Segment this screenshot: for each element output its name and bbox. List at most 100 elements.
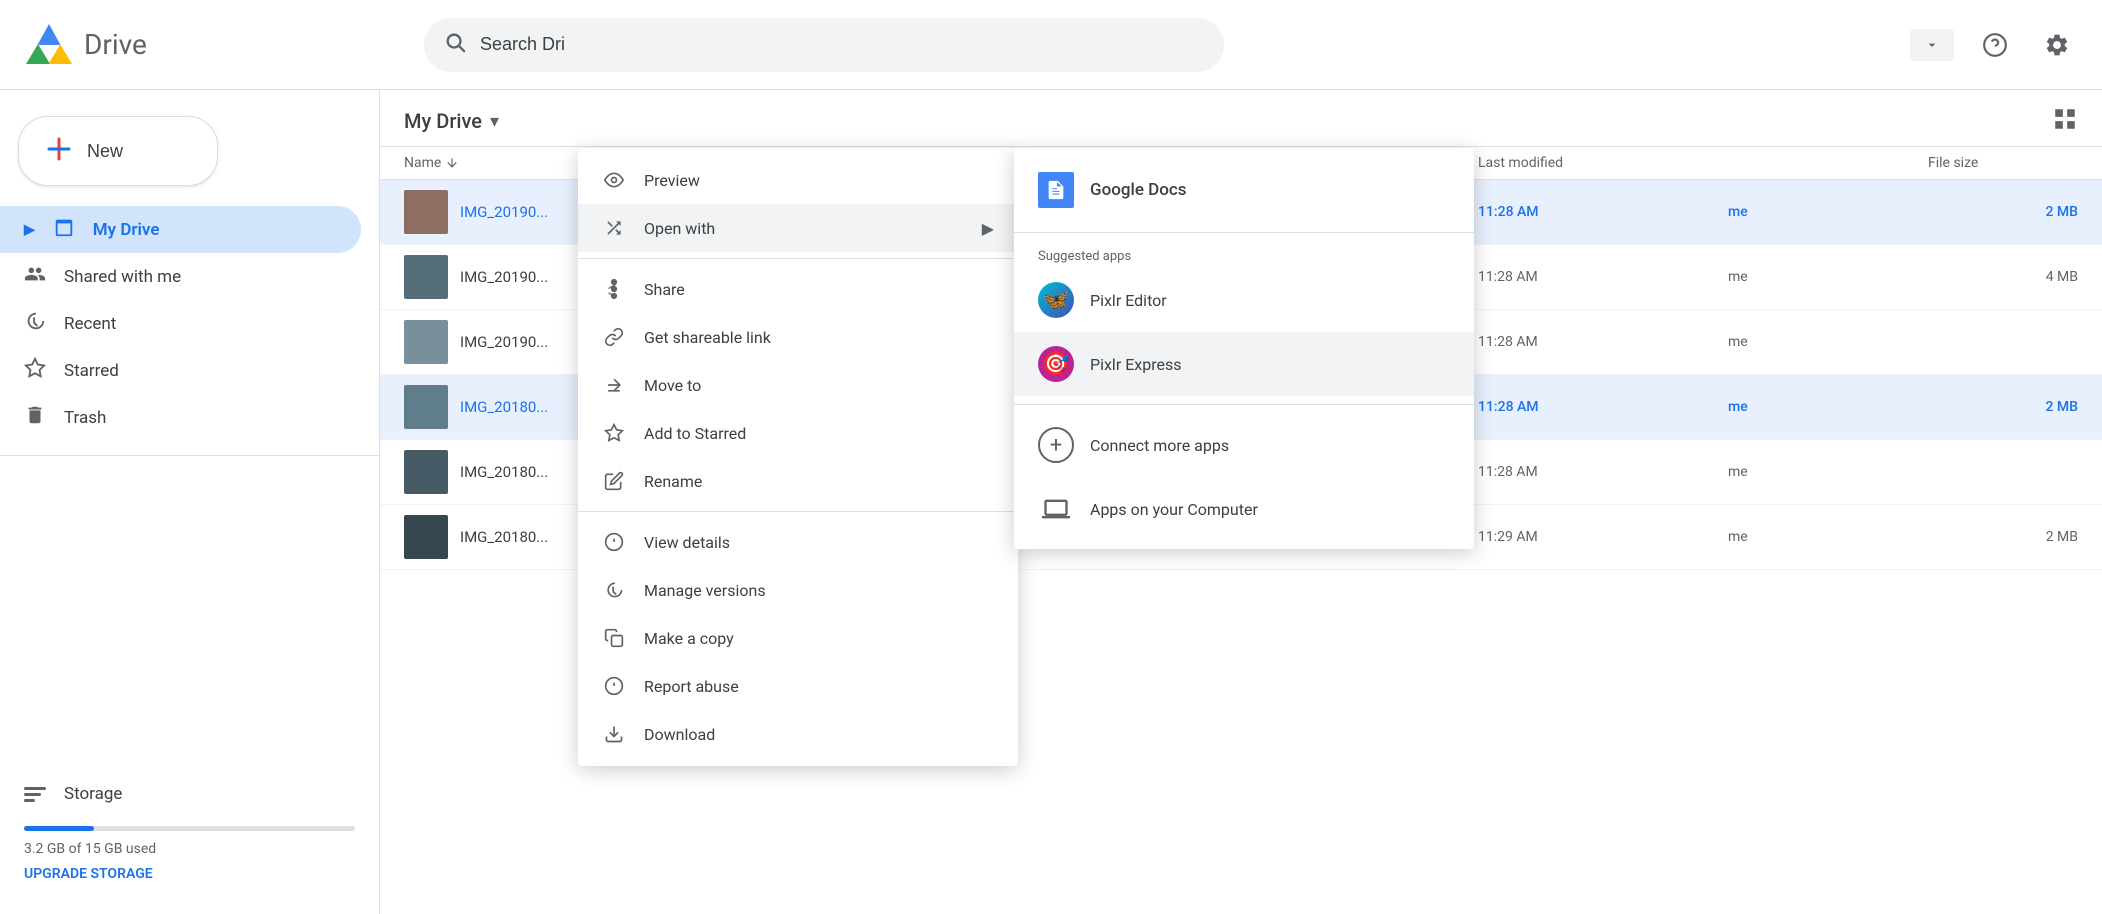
link-icon [602, 327, 626, 347]
connect-apps-label: Connect more apps [1090, 436, 1229, 455]
pixlr-editor-label: Pixlr Editor [1090, 291, 1167, 310]
file-name: IMG_20180... [460, 528, 548, 546]
file-owner: me [1728, 334, 1928, 350]
download-icon [602, 724, 626, 744]
breadcrumb-chevron-icon[interactable]: ▾ [490, 111, 499, 132]
file-name: IMG_20180... [460, 398, 548, 416]
breadcrumb-label: My Drive [404, 109, 482, 133]
submenu-item-connect-apps[interactable]: + Connect more apps [1014, 413, 1474, 477]
file-thumbnail [404, 515, 448, 559]
sidebar: New ▶ My Drive Shared with me Recent [0, 90, 380, 914]
main-layout: New ▶ My Drive Shared with me Recent [0, 90, 2102, 914]
column-header-owner [1728, 155, 1928, 171]
sidebar-divider [0, 455, 379, 456]
menu-item-make-copy[interactable]: Make a copy [578, 614, 1018, 662]
sidebar-item-my-drive[interactable]: ▶ My Drive [0, 206, 361, 253]
content-header: My Drive ▾ [380, 90, 2102, 147]
submenu-chevron-icon: ▶ [982, 219, 994, 238]
menu-item-view-details[interactable]: View details [578, 518, 1018, 566]
connect-apps-icon: + [1038, 427, 1074, 463]
menu-item-move-to[interactable]: Move to [578, 361, 1018, 409]
column-header-size: File size [1928, 155, 2078, 171]
new-button[interactable]: New [18, 116, 218, 186]
starred-icon [24, 357, 46, 384]
menu-divider-1 [578, 258, 1018, 259]
move-to-label: Move to [644, 376, 994, 395]
search-input[interactable] [480, 34, 1204, 55]
sidebar-item-recent[interactable]: Recent [0, 300, 361, 347]
drive-logo-icon [24, 20, 74, 70]
submenu-item-google-docs[interactable]: Google Docs [1014, 156, 1474, 224]
new-label: New [87, 141, 123, 162]
submenu-item-pixlr-express[interactable]: 🎯 Pixlr Express [1014, 332, 1474, 396]
file-owner: me [1728, 464, 1928, 480]
file-owner: me [1728, 399, 1928, 415]
file-size: 2 MB [1928, 529, 2078, 545]
submenu-item-computer-apps[interactable]: Apps on your Computer [1014, 477, 1474, 541]
menu-item-manage-versions[interactable]: Manage versions [578, 566, 1018, 614]
submenu-item-pixlr-editor[interactable]: 🦋 Pixlr Editor [1014, 268, 1474, 332]
search-icon [444, 31, 466, 59]
sidebar-item-starred[interactable]: Starred [0, 347, 361, 394]
menu-item-preview[interactable]: Preview [578, 156, 1018, 204]
context-menu: Preview Open with ▶ Share [578, 148, 1018, 766]
sidebar-item-storage[interactable]: Storage [24, 774, 337, 814]
share-label: Share [644, 280, 994, 299]
storage-icon [24, 787, 46, 802]
preview-icon [602, 170, 626, 190]
pixlr-express-icon: 🎯 [1038, 346, 1074, 382]
file-date: 11:28 AM [1478, 269, 1728, 285]
menu-item-shareable-link[interactable]: Get shareable link [578, 313, 1018, 361]
sidebar-item-trash[interactable]: Trash [0, 394, 361, 441]
file-thumbnail [404, 190, 448, 234]
sidebar-item-label: Recent [64, 314, 116, 334]
storage-bar-background [24, 826, 355, 831]
sidebar-item-label: My Drive [93, 220, 160, 240]
make-copy-label: Make a copy [644, 629, 994, 648]
recent-icon [24, 310, 46, 337]
chevron-right-icon: ▶ [24, 222, 35, 238]
upgrade-storage-link[interactable]: UPGRADE STORAGE [24, 866, 153, 882]
storage-bar-fill [24, 826, 94, 831]
file-name: IMG_20190... [460, 333, 548, 351]
rename-label: Rename [644, 472, 994, 491]
modified-col-label: Last modified [1478, 155, 1563, 171]
help-button[interactable] [1974, 24, 2016, 66]
pixlr-editor-icon: 🦋 [1038, 282, 1074, 318]
menu-item-share[interactable]: Share [578, 265, 1018, 313]
menu-item-download[interactable]: Download [578, 710, 1018, 758]
file-thumbnail [404, 320, 448, 364]
open-with-label: Open with [644, 219, 964, 238]
menu-item-report-abuse[interactable]: Report abuse [578, 662, 1018, 710]
view-toggle-button[interactable] [2052, 106, 2078, 136]
file-date: 11:29 AM [1478, 529, 1728, 545]
report-icon [602, 676, 626, 696]
breadcrumb: My Drive ▾ [404, 109, 499, 133]
file-name: IMG_20180... [460, 463, 548, 481]
menu-item-open-with[interactable]: Open with ▶ [578, 204, 1018, 252]
content-area: My Drive ▾ Name Last modified File size [380, 90, 2102, 914]
submenu-divider-2 [1014, 404, 1474, 405]
preview-label: Preview [644, 171, 994, 190]
storage-section: Storage 3.2 GB of 15 GB used UPGRADE STO… [0, 758, 379, 898]
app-title: Drive [84, 28, 147, 61]
search-bar[interactable] [424, 18, 1224, 72]
my-drive-icon [53, 216, 75, 243]
header-right [1910, 24, 2078, 66]
menu-item-rename[interactable]: Rename [578, 457, 1018, 505]
plus-icon [45, 135, 73, 167]
file-thumbnail [404, 450, 448, 494]
computer-apps-icon [1038, 491, 1074, 527]
file-size: 2 MB [1928, 399, 2078, 415]
size-col-label: File size [1928, 155, 1978, 171]
menu-item-add-starred[interactable]: Add to Starred [578, 409, 1018, 457]
info-icon [602, 532, 626, 552]
move-icon [602, 375, 626, 395]
file-date: 11:28 AM [1478, 399, 1728, 415]
pixlr-express-label: Pixlr Express [1090, 355, 1182, 374]
column-header-modified[interactable]: Last modified [1478, 155, 1728, 171]
sidebar-item-shared[interactable]: Shared with me [0, 253, 361, 300]
settings-button[interactable] [2036, 24, 2078, 66]
manage-versions-label: Manage versions [644, 581, 994, 600]
filter-dropdown[interactable] [1910, 29, 1954, 61]
